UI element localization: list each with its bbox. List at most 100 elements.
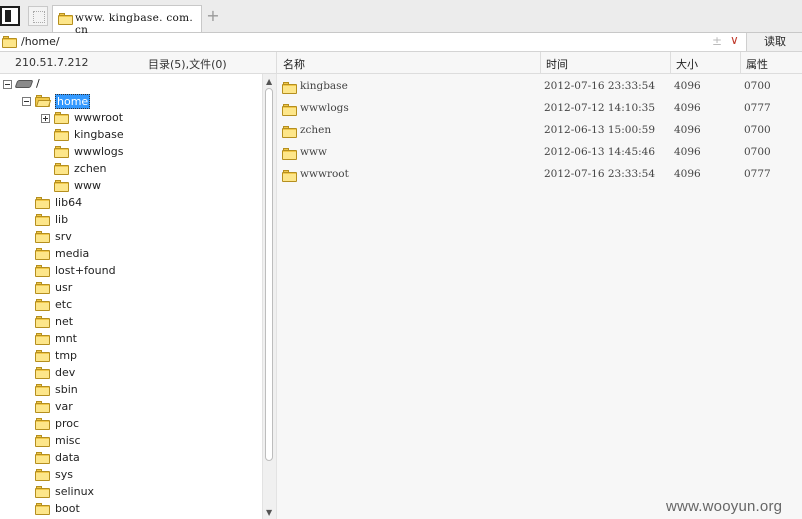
item-count: 目录(5),文件(0) — [148, 58, 227, 71]
column-divider[interactable] — [670, 52, 671, 73]
tree-item[interactable]: home — [0, 93, 262, 109]
tree-item[interactable]: selinux — [0, 484, 262, 500]
column-header-size[interactable]: 大小 — [676, 56, 698, 72]
tree-item-label: home — [55, 94, 91, 109]
file-time: 2012-07-16 23:33:54 — [544, 80, 656, 92]
column-header-time[interactable]: 时间 — [546, 56, 568, 72]
tree-item-label: wwwroot — [74, 111, 124, 124]
file-row[interactable]: kingbase 2012-07-16 23:33:54 4096 0700 — [277, 77, 802, 99]
file-size: 4096 — [674, 102, 701, 114]
folder-icon — [35, 197, 50, 209]
tree-item-label: lost+found — [55, 264, 116, 277]
file-row[interactable]: zchen 2012-06-13 15:00:59 4096 0700 — [277, 121, 802, 143]
drive-icon — [14, 80, 34, 88]
tree-item-label: sys — [55, 468, 73, 481]
add-tab-button[interactable]: + — [206, 6, 220, 26]
folder-icon — [54, 146, 69, 158]
folder-icon — [54, 129, 69, 141]
tree-item[interactable]: proc — [0, 416, 262, 432]
tree-item-label: etc — [55, 298, 73, 311]
tree-item-label: srv — [55, 230, 72, 243]
file-row[interactable]: wwwlogs 2012-07-12 14:10:35 4096 0777 — [277, 99, 802, 121]
chevron-down-icon[interactable]: ∨ — [730, 33, 739, 47]
folder-icon — [282, 148, 297, 160]
tree-item[interactable]: misc — [0, 433, 262, 449]
file-name: www — [300, 146, 327, 158]
tree-item[interactable]: wwwroot — [0, 110, 262, 126]
scroll-down-icon[interactable]: ▼ — [266, 508, 272, 517]
tree-item[interactable]: zchen — [0, 161, 262, 177]
tree-item-label: www — [74, 179, 101, 192]
read-button[interactable]: 读取 — [746, 33, 802, 51]
tab-kingbase[interactable]: www. kingbase. com. cn — [52, 5, 202, 36]
folder-icon — [35, 384, 50, 396]
folder-icon — [35, 265, 50, 277]
file-name: wwwroot — [300, 168, 349, 180]
tree-item[interactable]: usr — [0, 280, 262, 296]
tree-item[interactable]: mnt — [0, 331, 262, 347]
folder-icon — [35, 469, 50, 481]
path-input[interactable]: /home/ — [21, 35, 60, 48]
tree-item-label: media — [55, 247, 90, 260]
panel-toggle-button[interactable] — [0, 6, 20, 26]
tree-item-label: proc — [55, 417, 80, 430]
bookmark-icon[interactable]: ± — [712, 34, 722, 48]
folder-icon — [35, 350, 50, 362]
folder-icon — [35, 486, 50, 498]
file-size: 4096 — [674, 80, 701, 92]
file-perm: 0777 — [744, 102, 771, 114]
tree-item[interactable]: var — [0, 399, 262, 415]
folder-icon — [35, 503, 50, 515]
tree-item[interactable]: srv — [0, 229, 262, 245]
tree-item[interactable]: net — [0, 314, 262, 330]
folder-open-icon — [35, 95, 52, 107]
column-header-name[interactable]: 名称 — [283, 56, 305, 72]
column-divider[interactable] — [540, 52, 541, 73]
column-header-perm[interactable]: 属性 — [746, 56, 768, 72]
folder-icon — [282, 82, 297, 94]
tree-item-label: zchen — [74, 162, 107, 175]
file-size: 4096 — [674, 124, 701, 136]
folder-icon — [282, 126, 297, 138]
tree-item[interactable]: www — [0, 178, 262, 194]
tree-item[interactable]: lib64 — [0, 195, 262, 211]
tree-item[interactable]: etc — [0, 297, 262, 313]
tree-scrollbar[interactable]: ▲ ▼ — [262, 74, 276, 519]
file-perm: 0777 — [744, 168, 771, 180]
folder-icon — [35, 231, 50, 243]
tree-item-label: lib — [55, 213, 69, 226]
tree-item[interactable]: sbin — [0, 382, 262, 398]
file-size: 4096 — [674, 168, 701, 180]
file-time: 2012-07-12 14:10:35 — [544, 102, 656, 114]
folder-icon — [35, 401, 50, 413]
tree-item[interactable]: boot — [0, 501, 262, 517]
tree-item-label: tmp — [55, 349, 78, 362]
folder-icon — [35, 435, 50, 447]
column-divider[interactable] — [740, 52, 741, 73]
file-list: kingbase 2012-07-16 23:33:54 4096 0700 wwwlo… — [277, 74, 802, 519]
scroll-up-icon[interactable]: ▲ — [266, 77, 272, 86]
tree-item[interactable]: / — [0, 76, 262, 92]
blank-tab-button[interactable] — [28, 6, 48, 26]
file-row[interactable]: www 2012-06-13 14:45:46 4096 0700 — [277, 143, 802, 165]
tree-item[interactable]: tmp — [0, 348, 262, 364]
tree-item[interactable]: dev — [0, 365, 262, 381]
tree-item[interactable]: media — [0, 246, 262, 262]
folder-icon — [35, 418, 50, 430]
tree-item[interactable]: sys — [0, 467, 262, 483]
column-divider — [276, 52, 277, 73]
file-time: 2012-06-13 14:45:46 — [544, 146, 656, 158]
collapse-icon[interactable] — [3, 80, 12, 89]
file-row[interactable]: wwwroot 2012-07-16 23:33:54 4096 0777 — [277, 165, 802, 187]
folder-icon — [58, 13, 73, 25]
scroll-thumb[interactable] — [265, 88, 273, 461]
server-ip: 210.51.7.212 — [15, 56, 89, 69]
tree-item[interactable]: data — [0, 450, 262, 466]
expand-icon[interactable] — [41, 114, 50, 123]
tree-item[interactable]: wwwlogs — [0, 144, 262, 160]
tree-item[interactable]: lost+found — [0, 263, 262, 279]
tree-item[interactable]: lib — [0, 212, 262, 228]
collapse-icon[interactable] — [22, 97, 31, 106]
tree-item[interactable]: kingbase — [0, 127, 262, 143]
tree-item-label: usr — [55, 281, 73, 294]
